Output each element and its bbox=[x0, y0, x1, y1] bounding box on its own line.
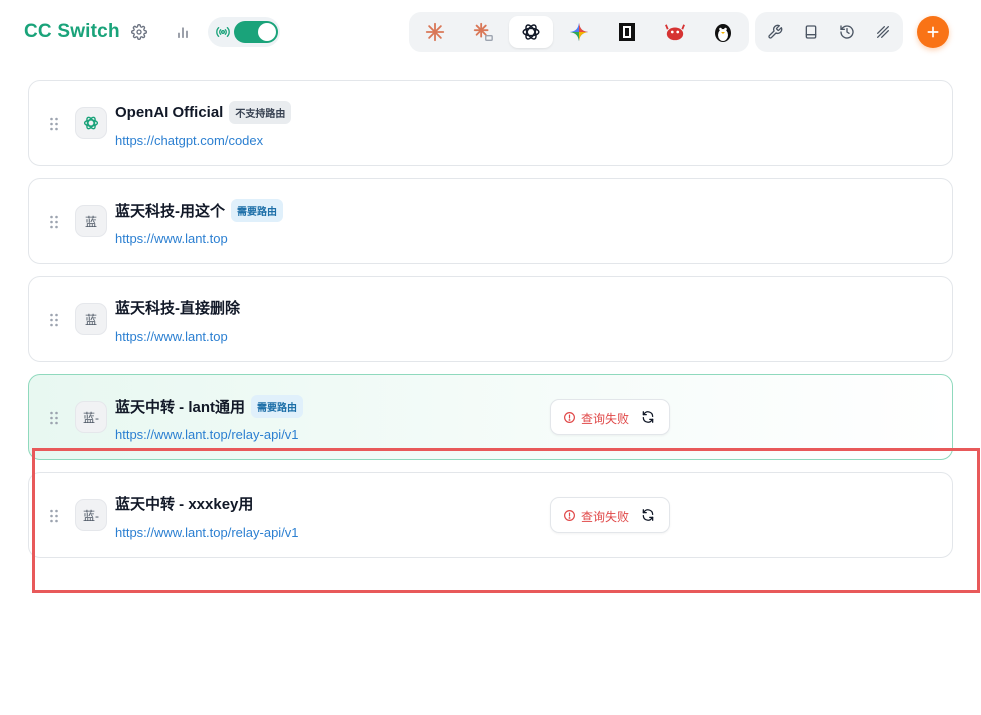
tools-button[interactable] bbox=[761, 18, 789, 46]
app-opencode-button[interactable] bbox=[605, 16, 649, 48]
provider-avatar: 蓝 bbox=[75, 303, 107, 335]
provider-url[interactable]: https://www.lant.top/relay-api/v1 bbox=[115, 427, 299, 442]
app-gemini-button[interactable] bbox=[557, 16, 601, 48]
skills-icon bbox=[877, 26, 889, 38]
openai-icon bbox=[83, 116, 99, 130]
app-openai-button[interactable] bbox=[509, 16, 553, 48]
app-claude-desktop-button[interactable] bbox=[461, 16, 505, 48]
app-claude-button[interactable] bbox=[413, 16, 457, 48]
provider-card-lant-tech-delete[interactable]: 蓝 蓝天科技-直接删除 https://www.lant.top bbox=[28, 276, 953, 362]
provider-card-lant-tech-use[interactable]: 蓝 蓝天科技-用这个 需要路由 https://www.lant.top bbox=[28, 178, 953, 264]
provider-avatar bbox=[75, 107, 107, 139]
provider-name-row: OpenAI Official 不支持路由 bbox=[115, 101, 292, 124]
app-red-mascot-button[interactable] bbox=[653, 16, 697, 48]
settings-button[interactable] bbox=[125, 18, 153, 46]
routing-badge: 需要路由 bbox=[251, 395, 303, 418]
top-bar: CC Switch bbox=[0, 0, 981, 64]
provider-avatar: 蓝 bbox=[75, 205, 107, 237]
skills-button[interactable] bbox=[869, 18, 897, 46]
openai-icon bbox=[522, 24, 540, 40]
wrench-icon bbox=[768, 24, 783, 39]
history-icon bbox=[840, 25, 854, 39]
claude-desktop-icon bbox=[473, 22, 493, 41]
proxy-toggle-group bbox=[208, 17, 280, 47]
opencode-icon bbox=[619, 23, 635, 41]
provider-avatar: 蓝- bbox=[75, 401, 107, 433]
routing-badge: 不支持路由 bbox=[229, 101, 292, 124]
claude-icon bbox=[425, 22, 445, 42]
usage-query-status[interactable]: 查询失败 bbox=[550, 399, 670, 435]
red-mascot-icon bbox=[665, 24, 685, 41]
provider-card-openai-official[interactable]: OpenAI Official 不支持路由 https://chatgpt.co… bbox=[28, 80, 953, 166]
provider-url[interactable]: https://www.lant.top bbox=[115, 329, 228, 344]
provider-url[interactable]: https://www.lant.top bbox=[115, 231, 228, 246]
history-button[interactable] bbox=[833, 18, 861, 46]
provider-name-row: 蓝天中转 - lant通用 需要路由 bbox=[115, 395, 303, 418]
provider-name: 蓝天科技-用这个 bbox=[115, 203, 225, 220]
stats-button[interactable] bbox=[169, 18, 197, 46]
app-title: CC Switch bbox=[24, 21, 120, 42]
drag-handle-icon[interactable] bbox=[49, 411, 59, 425]
provider-name: 蓝天中转 - lant通用 bbox=[115, 399, 245, 416]
routing-badge: 需要路由 bbox=[231, 199, 283, 222]
bar-chart-icon bbox=[178, 27, 188, 38]
broadcast-icon bbox=[216, 27, 230, 37]
refresh-icon[interactable] bbox=[641, 410, 655, 424]
book-icon bbox=[805, 25, 817, 39]
toggle-knob bbox=[258, 23, 276, 41]
proxy-toggle[interactable] bbox=[234, 21, 278, 43]
provider-name-row: 蓝天科技-直接删除 bbox=[115, 297, 240, 318]
gear-icon bbox=[131, 24, 147, 40]
drag-handle-icon[interactable] bbox=[49, 117, 59, 131]
penguin-icon bbox=[715, 24, 731, 42]
gemini-icon bbox=[569, 22, 589, 42]
provider-name: 蓝天科技-直接删除 bbox=[115, 300, 240, 317]
drag-handle-icon[interactable] bbox=[49, 313, 59, 327]
docs-button[interactable] bbox=[797, 18, 825, 46]
alert-circle-icon bbox=[564, 412, 575, 423]
add-provider-button[interactable] bbox=[917, 16, 949, 48]
query-failed-label: 查询失败 bbox=[581, 412, 630, 426]
tool-group bbox=[755, 12, 903, 52]
provider-name-row: 蓝天科技-用这个 需要路由 bbox=[115, 199, 283, 222]
provider-name: OpenAI Official bbox=[115, 104, 224, 121]
app-switcher bbox=[409, 12, 749, 52]
highlight-annotation-box bbox=[32, 448, 980, 593]
app-penguin-button[interactable] bbox=[701, 16, 745, 48]
drag-handle-icon[interactable] bbox=[49, 215, 59, 229]
provider-url[interactable]: https://chatgpt.com/codex bbox=[115, 133, 263, 148]
plus-icon bbox=[927, 26, 939, 38]
